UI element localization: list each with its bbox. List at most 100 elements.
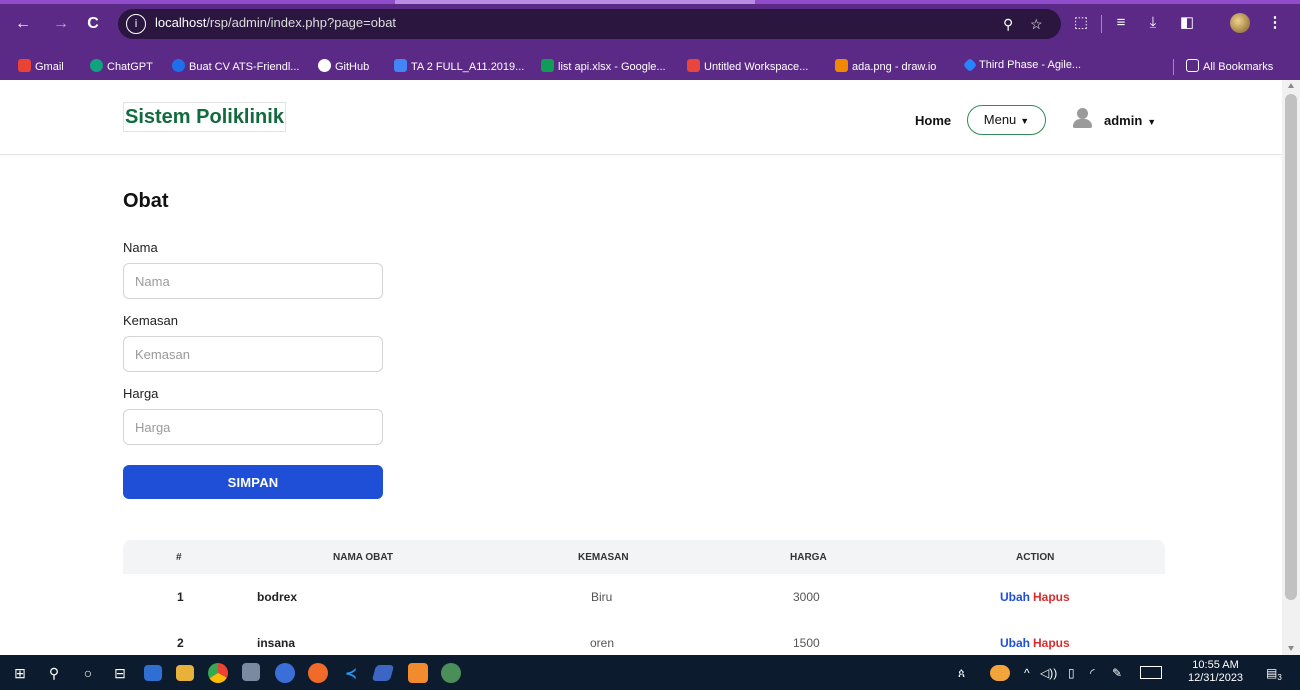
search-icon[interactable]: ⚲ xyxy=(44,663,64,683)
bookmark-cv[interactable]: Buat CV ATS-Friendl... xyxy=(172,59,299,73)
row-harga: 3000 xyxy=(793,590,820,604)
scroll-up-arrow-icon[interactable] xyxy=(1288,83,1294,88)
bookmark-untitled-workspace[interactable]: Untitled Workspace... xyxy=(687,59,808,73)
globe-icon xyxy=(172,59,185,72)
row-number: 2 xyxy=(177,636,184,650)
chrome-app-icon[interactable] xyxy=(208,663,228,683)
bookmark-ta2[interactable]: TA 2 FULL_A11.2019... xyxy=(394,59,524,73)
file-explorer-icon[interactable] xyxy=(176,665,194,681)
hapus-link[interactable]: Hapus xyxy=(1033,636,1070,650)
clock-date: 12/31/2023 xyxy=(1188,672,1244,684)
drawio-icon xyxy=(835,59,848,72)
more-menu-icon[interactable]: ⋮ xyxy=(1264,12,1286,34)
bookmark-star-icon[interactable]: ☆ xyxy=(1030,15,1043,33)
bookmark-drawio[interactable]: ada.png - draw.io xyxy=(835,59,936,73)
site-info-icon[interactable]: i xyxy=(126,14,146,34)
row-number: 1 xyxy=(177,590,184,604)
row-harga: 1500 xyxy=(793,636,820,650)
harga-input[interactable] xyxy=(123,409,383,445)
cortana-icon[interactable]: ○ xyxy=(78,663,98,683)
header-nama-obat: NAMA OBAT xyxy=(333,552,393,563)
simpan-button[interactable]: SIMPAN xyxy=(123,465,383,499)
browser-toolbar: ← → C i localhost/rsp/admin/index.php?pa… xyxy=(0,0,1300,80)
scroll-down-arrow-icon[interactable] xyxy=(1288,646,1294,651)
obat-table: # NAMA OBAT KEMASAN HARGA ACTION 1 bodre… xyxy=(123,540,1165,655)
bookmarks-bar: Gmail ChatGPT Buat CV ATS-Friendl... Git… xyxy=(0,52,1300,80)
address-bar[interactable]: i localhost/rsp/admin/index.php?page=oba… xyxy=(118,9,1061,39)
windows-start-icon[interactable]: ⊞ xyxy=(10,663,30,683)
back-arrow-icon[interactable]: ← xyxy=(12,13,34,35)
brand-logo[interactable]: Sistem Poliklinik xyxy=(123,102,286,132)
chevron-up-icon[interactable]: ^ xyxy=(1024,665,1030,681)
wifi-icon[interactable]: ◜ xyxy=(1090,665,1095,681)
vscode-app-icon[interactable]: ≺ xyxy=(341,663,361,683)
scroll-thumb[interactable] xyxy=(1285,94,1297,600)
clock[interactable]: 10:55 AM 12/31/2023 xyxy=(1188,659,1243,685)
bookmark-github[interactable]: GitHub xyxy=(318,59,369,73)
page-scrollbar[interactable] xyxy=(1282,80,1300,655)
harga-label: Harga xyxy=(123,386,159,401)
forward-arrow-icon[interactable]: → xyxy=(50,13,72,35)
kemasan-input[interactable] xyxy=(123,336,383,372)
jira-icon xyxy=(962,57,978,73)
nav-menu-button[interactable]: Menu ▼ xyxy=(967,105,1046,135)
bookmark-gmail[interactable]: Gmail xyxy=(18,59,64,73)
header-harga: HARGA xyxy=(790,552,827,563)
table-row: 1 bodrex Biru 3000 Ubah Hapus xyxy=(123,574,1165,620)
all-bookmarks[interactable]: All Bookmarks xyxy=(1186,59,1273,73)
ubah-link[interactable]: Ubah xyxy=(1000,636,1030,650)
news-app-icon[interactable] xyxy=(144,665,162,681)
workspace-icon xyxy=(687,59,700,72)
row-kemasan: Biru xyxy=(591,590,613,604)
extensions-icon[interactable]: ⬚ xyxy=(1070,12,1092,34)
chevron-down-icon: ▼ xyxy=(1020,116,1030,126)
kemasan-label: Kemasan xyxy=(123,313,178,328)
notification-icon[interactable]: ▤3 xyxy=(1266,665,1282,686)
hapus-link[interactable]: Hapus xyxy=(1033,590,1070,604)
notepad-app-icon[interactable] xyxy=(371,665,395,681)
address-url: localhost/rsp/admin/index.php?page=obat xyxy=(155,15,396,30)
nav-home-link[interactable]: Home xyxy=(915,113,951,128)
clock-time: 10:55 AM xyxy=(1192,659,1239,671)
ubah-link[interactable]: Ubah xyxy=(1000,590,1030,604)
reload-icon[interactable]: C xyxy=(82,13,104,35)
battery-icon[interactable]: ▯ xyxy=(1068,665,1075,681)
notification-count: 3 xyxy=(1277,673,1282,682)
chrome-profile-app-icon[interactable] xyxy=(275,663,295,683)
task-view-icon[interactable]: ⊟ xyxy=(110,663,130,683)
reading-list-icon[interactable]: ≡ xyxy=(1110,12,1132,34)
url-host: localhost xyxy=(155,15,207,30)
sheets-icon xyxy=(541,59,554,72)
profile-avatar[interactable] xyxy=(1230,13,1250,33)
table-header: # NAMA OBAT KEMASAN HARGA ACTION xyxy=(123,540,1165,574)
site-navbar: Sistem Poliklinik Home Menu ▼ admin ▼ xyxy=(0,80,1282,155)
keyboard-icon[interactable] xyxy=(1140,666,1162,679)
row-kemasan: oren xyxy=(590,636,615,650)
volume-icon[interactable]: ◁)) xyxy=(1040,665,1057,681)
pen-icon[interactable]: ✎ xyxy=(1112,665,1122,681)
page-content: Sistem Poliklinik Home Menu ▼ admin ▼ Obat… xyxy=(0,80,1282,655)
side-panel-icon[interactable]: ◧ xyxy=(1176,12,1198,34)
user-dropdown[interactable]: admin ▼ xyxy=(1104,113,1156,128)
user-avatar-icon[interactable] xyxy=(1072,107,1092,129)
gmail-icon xyxy=(18,59,31,72)
weather-icon[interactable] xyxy=(990,665,1010,681)
bookmark-list-api[interactable]: list api.xlsx - Google... xyxy=(541,59,666,73)
header-kemasan: KEMASAN xyxy=(578,552,629,563)
zoom-icon[interactable]: ⚲ xyxy=(1003,15,1013,33)
bookmark-third-phase[interactable]: Third Phase - Agile... xyxy=(962,57,1081,73)
bookmark-chatgpt[interactable]: ChatGPT xyxy=(90,59,153,73)
download-icon[interactable]: ⤓ xyxy=(1142,12,1164,34)
page-title: Obat xyxy=(123,190,169,212)
xampp-app-icon[interactable] xyxy=(408,663,428,683)
header-number: # xyxy=(176,552,182,563)
paint-app-icon[interactable] xyxy=(242,663,260,681)
postman-app-icon[interactable] xyxy=(308,663,328,683)
people-icon[interactable]: ጰ xyxy=(958,665,965,681)
chatgpt-icon xyxy=(90,59,103,72)
row-nama: bodrex xyxy=(257,590,298,604)
chrome-active-app-icon[interactable] xyxy=(441,663,461,683)
user-name: admin xyxy=(1104,113,1143,128)
nama-input[interactable] xyxy=(123,263,383,299)
github-icon xyxy=(318,59,331,72)
